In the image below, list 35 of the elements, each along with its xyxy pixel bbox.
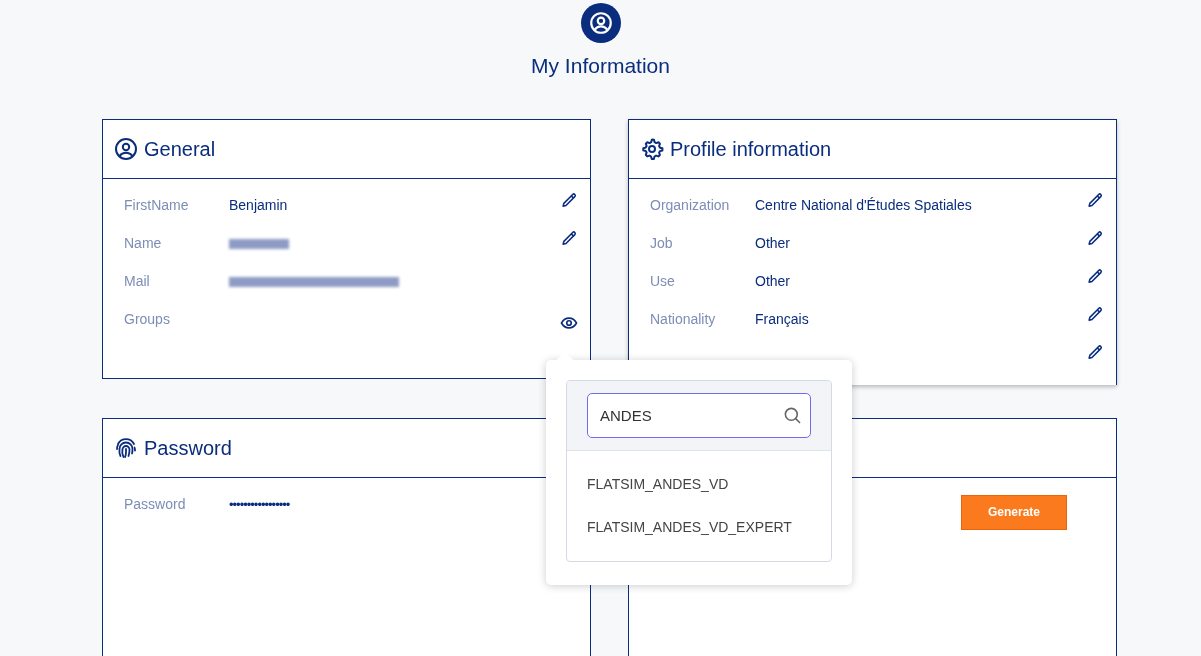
field-label: Use [650,272,676,291]
edit-pencil-icon[interactable] [1087,268,1104,285]
field-label: Name [124,234,163,253]
user-circle-icon [114,136,138,161]
settings-icon [640,136,664,161]
search-field[interactable]: ANDES [587,393,811,438]
field-value: Other [755,272,790,291]
field-label: Nationality [650,310,717,329]
field-label: Job [650,234,674,253]
card-title: Password [144,435,232,461]
edit-pencil-icon[interactable] [561,230,578,247]
page-title: My Information [531,53,670,79]
edit-pencil-icon[interactable] [1087,192,1104,209]
field-label: Organization [650,196,731,215]
fingerprint-icon [114,435,138,460]
card-title: Profile information [670,136,832,162]
field-label: FirstName [124,196,190,215]
field-value: Centre National d'Études Spatiales [755,196,972,215]
group-option[interactable]: FLATSIM_ANDES_VD_EXPERT [567,506,831,549]
user-avatar-icon [580,3,621,43]
field-value: Benjamin [229,196,288,215]
field-value: Other [755,234,790,253]
password-value: ••••••••••••••••• [229,495,290,514]
field-label: Password [124,495,187,514]
pixelated-value [229,238,289,249]
card-title: General [144,136,216,162]
group-option[interactable]: FLATSIM_ANDES_VD [567,463,831,506]
field-value: Français [755,310,809,329]
edit-pencil-icon[interactable] [1087,230,1104,247]
field-label: Mail [124,272,151,291]
field-label: Groups [124,310,171,329]
search-icon [783,406,802,425]
edit-pencil-icon[interactable] [1087,306,1104,323]
edit-pencil-icon[interactable] [1087,344,1104,361]
edit-pencil-icon[interactable] [561,192,578,209]
